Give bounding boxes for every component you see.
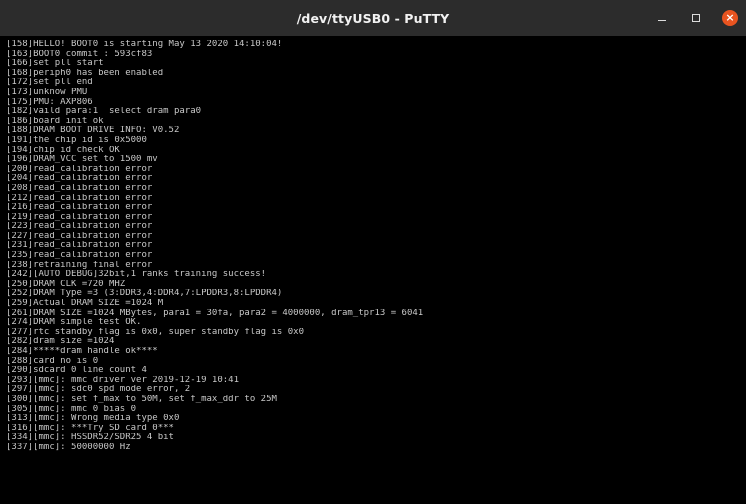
terminal-line: [163]BOOT0 commit : 593cf83 [6,49,153,59]
terminal-line: [293][mmc]: mmc driver ver 2019-12-19 10… [6,375,239,385]
terminal-line: [250]DRAM CLK =720 MHZ [6,279,126,289]
terminal-line: [238]retraining final error [6,260,153,270]
terminal-line: [227]read_calibration error [6,231,153,241]
terminal-line: [274]DRAM simple test OK. [6,318,142,328]
close-button[interactable]: × [720,8,740,28]
terminal-line: [208]read_calibration error [6,183,153,193]
terminal-line: [235]read_calibration error [6,251,153,261]
terminal-line: [297][mmc]: sdc0 spd mode error, 2 [6,385,191,395]
terminal-line: [173]unknow PMU [6,87,88,97]
terminal-line: [242][AUTO DEBUG]32bit,1 ranks training … [6,270,267,280]
putty-window: /dev/ttyUSB0 - PuTTY × [158]HELLO! BOOT0… [0,0,746,504]
terminal-line: [252]DRAM Type =3 (3:DDR3,4:DDR4,7:LPDDR… [6,289,283,299]
terminal-line: [284]*****dram handle ok**** [6,347,158,356]
terminal-line: [300][mmc]: set f_max to 50M, set f_max_… [6,394,277,404]
terminal-line: [175]PMU: AXP806 [6,97,93,107]
terminal-output[interactable]: [158]HELLO! BOOT0 is starting May 13 202… [0,36,746,504]
terminal-line: [212]read_calibration error [6,193,153,203]
window-title: /dev/ttyUSB0 - PuTTY [296,10,450,26]
close-icon: × [722,10,738,26]
terminal-line: [223]read_calibration error [6,222,153,232]
terminal-line: [261]DRAM SIZE =1024 MBytes, para1 = 30f… [6,308,424,318]
title-bar[interactable]: /dev/ttyUSB0 - PuTTY × [0,0,746,36]
minimize-icon [658,19,666,21]
terminal-line: [196]DRAM_VCC set to 1500 mv [6,155,158,165]
window-controls: × [652,0,740,36]
terminal-line: [166]set pll start [6,59,104,69]
terminal-line: [194]chip id check OK [6,145,120,155]
terminal-line: [313][mmc]: Wrong media type 0x0 [6,414,180,424]
terminal-line: [288]card no is 0 [6,356,99,366]
minimize-button[interactable] [652,8,672,28]
terminal-line: [282]dram size =1024 [6,337,115,347]
terminal-line: [216]read_calibration error [6,203,153,213]
terminal-line: [191]the chip id is 0x5000 [6,135,147,145]
terminal-line: [290]sdcard 0 line count 4 [6,366,147,376]
terminal-line: [334][mmc]: HSSDR52/SDR25 4 bit [6,433,174,443]
terminal-line: [277]rtc standby flag is 0x0, super stan… [6,327,305,337]
maximize-button[interactable] [686,8,706,28]
terminal-line: [337][mmc]: 50000000 Hz [6,442,131,452]
terminal-line: [158]HELLO! BOOT0 is starting May 13 202… [6,40,283,49]
terminal-line: [188]DRAM BOOT DRIVE INFO: V0.52 [6,126,180,136]
terminal-line: [231]read_calibration error [6,241,153,251]
terminal-line: [172]set pll end [6,78,93,88]
terminal-line: [219]read_calibration error [6,212,153,222]
terminal-line: [305][mmc]: mmc 0 bias 0 [6,404,137,414]
terminal-line: [186]board init ok [6,116,104,126]
terminal-line: [200]read_calibration error [6,164,153,174]
terminal-line: [259]Actual DRAM SIZE =1024 M [6,299,164,309]
terminal-line: [168]periph0 has been enabled [6,68,164,78]
terminal-line: [204]read_calibration error [6,174,153,184]
terminal-line: [182]vaild para:1 select dram para0 [6,107,202,117]
terminal-line: [316][mmc]: ***Try SD card 0*** [6,423,174,433]
maximize-icon [692,14,700,22]
